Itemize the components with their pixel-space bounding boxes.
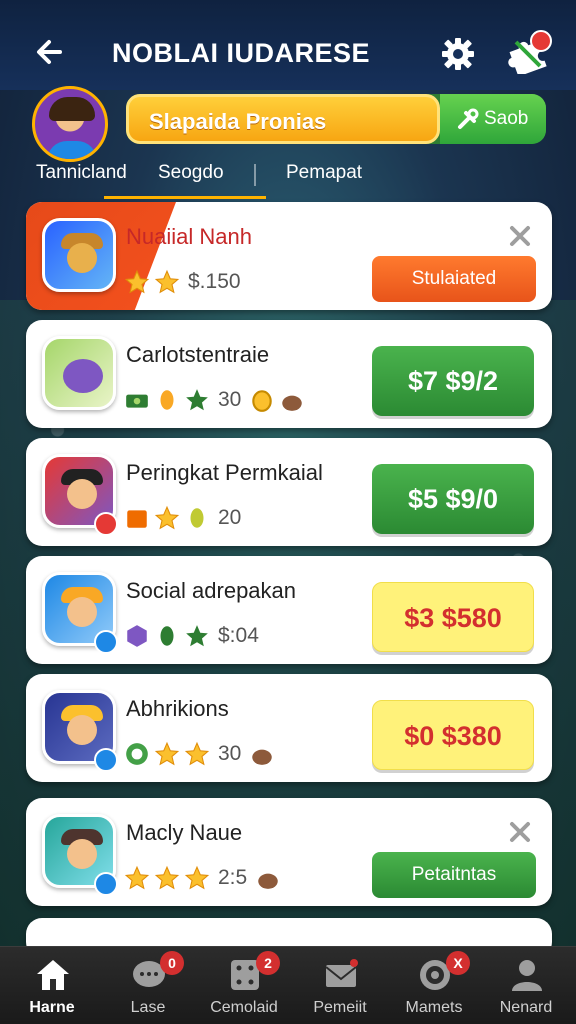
- star-icon: [184, 865, 210, 890]
- app-badge: [94, 748, 118, 772]
- item-meta: 20: [124, 504, 245, 532]
- promo-label: Slapaida Pronias: [149, 109, 327, 134]
- list-item[interactable]: Peringkat Permkaial 20 $5 $9/0: [26, 438, 552, 546]
- tab-bar: Tannicland Seogdo Pemapat: [0, 150, 576, 200]
- item-title: Peringkat Permkaial: [126, 460, 323, 485]
- item-meta: $.150: [124, 268, 245, 296]
- star-icon: [154, 741, 180, 766]
- person-icon: [512, 960, 542, 991]
- app-badge: [94, 872, 118, 896]
- bag-icon: [258, 873, 278, 889]
- item-title: Abhrikions: [126, 696, 229, 721]
- price-button[interactable]: $3 $580: [372, 582, 534, 652]
- nav-home[interactable]: Harne: [4, 947, 100, 1024]
- app-icon: [42, 336, 116, 410]
- price-button[interactable]: $5 $9/0: [372, 464, 534, 534]
- star-icon: [154, 865, 180, 890]
- item-meta-value: 30: [218, 388, 242, 411]
- home-icon: [37, 960, 69, 990]
- list-item[interactable]: Abhrikions 30 $0 $380: [26, 674, 552, 782]
- star-icon: [186, 625, 208, 647]
- star-icon: [184, 741, 210, 766]
- star-icon: [186, 389, 208, 411]
- tab-separator: [254, 164, 256, 186]
- top-bar: NOBLAI IUDARESE: [0, 0, 576, 90]
- nav-label: Nenard: [499, 999, 553, 1016]
- star-icon: [124, 865, 150, 890]
- nav-target[interactable]: X Mamets: [386, 947, 482, 1024]
- nav-label: Cemolaid: [210, 999, 278, 1016]
- item-meta-value: 20: [218, 506, 242, 529]
- notification-dot: [530, 30, 552, 52]
- item-meta: 30: [124, 740, 275, 768]
- nav-badge: 0: [160, 951, 184, 975]
- item-meta-value: $:04: [218, 624, 259, 647]
- tab-pemapat[interactable]: Pemapat: [286, 162, 362, 184]
- app-badge: [94, 512, 118, 536]
- list-item[interactable]: Macly Naue 2:5 Petaitntas: [26, 798, 552, 906]
- tab-active-indicator: [104, 196, 266, 199]
- item-meta-value: $.150: [188, 270, 241, 293]
- box-icon: [127, 510, 147, 528]
- nav-label: Mamets: [405, 999, 463, 1016]
- price-label: $0 $380: [404, 721, 502, 751]
- item-action-button[interactable]: Petaitntas: [372, 852, 536, 898]
- nav-label: Harne: [29, 999, 75, 1016]
- list-item[interactable]: Social adrepakan $:04 $3 $580: [26, 556, 552, 664]
- close-icon[interactable]: [508, 224, 532, 248]
- item-title: Nuaiial Nanh: [126, 224, 252, 249]
- price-button[interactable]: $0 $380: [372, 700, 534, 770]
- nav-mail[interactable]: Pemeiit: [292, 947, 388, 1024]
- price-label: $3 $580: [404, 603, 502, 633]
- bottom-nav: Harne 0 Lase 2 Cemolaid Pemeiit X Mamets…: [0, 946, 576, 1024]
- promo-button-label: Saob: [484, 108, 529, 129]
- list-item[interactable]: Carlotstentraie 30 $7 $9/2: [26, 320, 552, 428]
- price-label: $5 $9/0: [407, 484, 499, 514]
- tab-seogdo[interactable]: Seogdo: [158, 162, 224, 184]
- cube-icon: [127, 625, 147, 647]
- app-icon: [42, 218, 116, 292]
- item-meta: $:04: [124, 622, 263, 650]
- mail-icon: [325, 959, 358, 987]
- item-meta-value: 30: [218, 742, 242, 765]
- coin-icon: [252, 390, 273, 412]
- leaf-icon: [190, 508, 204, 528]
- nav-badge: X: [446, 951, 470, 975]
- item-meta: 2:5: [124, 864, 281, 892]
- item-meta: 30: [124, 386, 305, 414]
- nav-label: Lase: [130, 999, 166, 1016]
- leaf-icon: [160, 390, 174, 410]
- promo-bar: Slapaida Pronias Saob: [126, 94, 546, 144]
- price-label: $7 $9/2: [407, 366, 499, 396]
- bag-icon: [282, 395, 303, 411]
- compass-icon: [126, 743, 148, 765]
- page-title: NOBLAI IUDARESE: [112, 38, 371, 68]
- nav-chat[interactable]: 0 Lase: [100, 947, 196, 1024]
- nav-label: Pemeiit: [313, 999, 367, 1016]
- tools-icon: [458, 108, 479, 129]
- star-icon: [124, 269, 150, 294]
- bag-icon: [252, 749, 273, 765]
- tab-tannicland[interactable]: Tannicland: [36, 162, 127, 184]
- item-title: Carlotstentraie: [126, 342, 270, 367]
- item-meta-value: 2:5: [218, 866, 248, 889]
- list-item[interactable]: Nuaiial Nanh $.150 Stulaiated: [26, 202, 552, 310]
- arrow-left-icon[interactable]: [30, 32, 70, 72]
- app-badge: [94, 630, 118, 654]
- star-icon: [154, 505, 180, 530]
- star-icon: [154, 269, 180, 294]
- item-action-button[interactable]: Stulaiated: [372, 256, 536, 302]
- nav-dice[interactable]: 2 Cemolaid: [196, 947, 292, 1024]
- gear-icon[interactable]: [440, 36, 476, 72]
- cash-icon: [126, 394, 148, 408]
- nav-badge: 2: [256, 951, 280, 975]
- item-title: Macly Naue: [126, 820, 243, 845]
- price-button[interactable]: $7 $9/2: [372, 346, 534, 416]
- item-title: Social adrepakan: [126, 578, 297, 603]
- nav-profile[interactable]: Nenard: [478, 947, 574, 1024]
- promo-banner[interactable]: Slapaida Pronias: [126, 94, 440, 144]
- leaf-icon: [160, 626, 174, 646]
- close-icon[interactable]: [508, 820, 532, 844]
- promo-button[interactable]: Saob: [440, 94, 546, 144]
